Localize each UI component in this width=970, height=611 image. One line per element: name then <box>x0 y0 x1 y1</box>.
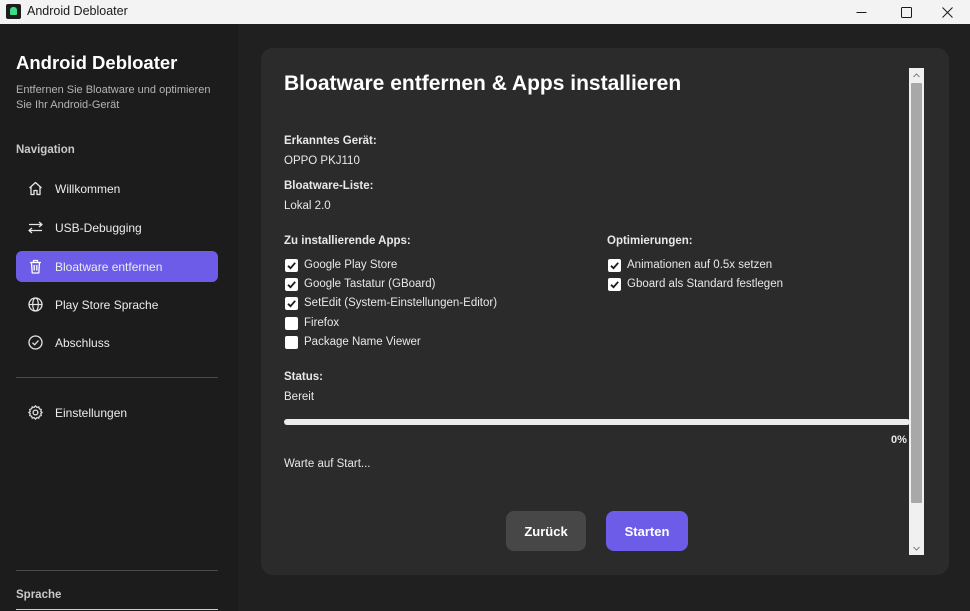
nav-item-label: Abschluss <box>55 335 110 350</box>
checkbox-label: Gboard als Standard festlegen <box>627 278 783 290</box>
android-app-icon <box>6 4 21 19</box>
maximize-icon <box>901 6 912 18</box>
app-checkbox-setedit[interactable]: SetEdit (System-Einstellungen-Editor) <box>285 295 497 311</box>
checkbox-checked[interactable] <box>608 277 621 291</box>
nav-item-completion[interactable]: Abschluss <box>16 327 218 358</box>
opt-checkbox-animations[interactable]: Animationen auf 0.5x setzen <box>608 257 772 273</box>
checkmark-icon <box>287 280 296 289</box>
sidebar: Android Debloater Entfernen Sie Bloatwar… <box>0 24 238 611</box>
checkbox-checked[interactable] <box>285 296 298 310</box>
app-checkbox-gboard[interactable]: Google Tastatur (GBoard) <box>285 276 435 292</box>
checkmark-icon <box>287 299 296 308</box>
nav-item-usb-debugging[interactable]: USB-Debugging <box>16 212 218 243</box>
scroll-up-button[interactable] <box>909 68 924 82</box>
app-checkbox-play-store[interactable]: Google Play Store <box>285 257 397 273</box>
nav-item-label: Play Store Sprache <box>55 297 159 312</box>
checkbox-checked[interactable] <box>285 277 298 291</box>
chevron-down-icon <box>913 546 920 551</box>
nav-item-label: Einstellungen <box>55 405 128 420</box>
checkbox-label: Animationen auf 0.5x setzen <box>627 259 773 271</box>
nav-item-label: USB-Debugging <box>55 220 142 235</box>
checkbox-label: Google Tastatur (GBoard) <box>304 278 436 290</box>
close-icon <box>942 6 953 18</box>
checkbox-unchecked[interactable] <box>285 335 298 349</box>
checkbox-checked[interactable] <box>608 258 621 272</box>
check-circle-icon <box>27 334 44 351</box>
nav-item-welcome[interactable]: Willkommen <box>16 173 218 204</box>
checkmark-icon <box>287 261 296 270</box>
nav-item-bloatware[interactable]: Bloatware entfernen <box>16 251 218 282</box>
checkbox-label: Google Play Store <box>304 259 398 271</box>
checkmark-icon <box>610 261 619 270</box>
arrows-swap-icon <box>27 219 44 236</box>
checkbox-unchecked[interactable] <box>285 316 298 330</box>
vertical-scrollbar[interactable] <box>909 68 924 555</box>
app-checkbox-package-name-viewer[interactable]: Package Name Viewer <box>285 334 421 350</box>
language-heading: Sprache <box>16 589 62 601</box>
minimize-icon <box>856 11 867 13</box>
maximize-button[interactable] <box>884 0 929 24</box>
bloatware-list-label: Bloatware-Liste: <box>284 180 374 192</box>
scroll-thumb[interactable] <box>911 83 922 503</box>
nav-item-label: Willkommen <box>55 181 121 196</box>
nav-item-play-store-language[interactable]: Play Store Sprache <box>16 289 218 320</box>
checkbox-checked[interactable] <box>285 258 298 272</box>
sidebar-divider <box>16 570 218 571</box>
checkbox-label: Package Name Viewer <box>304 336 421 348</box>
apps-heading: Zu installierende Apps: <box>284 235 411 247</box>
window-title: Android Debloater <box>27 4 128 18</box>
checkbox-label: Firefox <box>304 317 340 329</box>
progress-bar <box>284 419 910 425</box>
progress-percent: 0% <box>891 434 907 446</box>
app-checkbox-firefox[interactable]: Firefox <box>285 315 339 331</box>
checkmark-icon <box>610 280 619 289</box>
minimize-button[interactable] <box>839 0 884 24</box>
status-label: Status: <box>284 371 323 383</box>
chevron-up-icon <box>913 72 920 77</box>
device-value: OPPO PKJ110 <box>284 155 360 167</box>
gear-icon <box>27 404 44 421</box>
language-select-edge[interactable] <box>16 609 218 610</box>
sidebar-divider <box>16 377 218 378</box>
log-text: Warte auf Start... <box>284 458 371 470</box>
home-icon <box>27 180 44 197</box>
main-panel: Bloatware entfernen & Apps installieren … <box>261 48 949 575</box>
page-title: Bloatware entfernen & Apps installieren <box>284 72 682 95</box>
status-value: Bereit <box>284 391 315 403</box>
app-subtitle: Entfernen Sie Bloatware und optimieren S… <box>16 84 211 111</box>
window-titlebar: Android Debloater <box>0 0 970 24</box>
device-label: Erkanntes Gerät: <box>284 135 377 147</box>
nav-item-settings[interactable]: Einstellungen <box>16 397 218 428</box>
scroll-down-button[interactable] <box>909 541 924 555</box>
optimizations-heading: Optimierungen: <box>607 235 693 247</box>
app-name-heading: Android Debloater <box>16 52 178 73</box>
checkbox-label: SetEdit (System-Einstellungen-Editor) <box>304 297 498 309</box>
trash-icon <box>27 258 44 275</box>
globe-icon <box>27 296 44 313</box>
back-button[interactable]: Zurück <box>506 511 586 551</box>
navigation-heading: Navigation <box>16 144 75 156</box>
bloatware-list-value: Lokal 2.0 <box>284 200 331 212</box>
start-button[interactable]: Starten <box>606 511 688 551</box>
opt-checkbox-gboard-default[interactable]: Gboard als Standard festlegen <box>608 276 783 292</box>
nav-item-label: Bloatware entfernen <box>55 259 163 274</box>
close-button[interactable] <box>925 0 970 24</box>
